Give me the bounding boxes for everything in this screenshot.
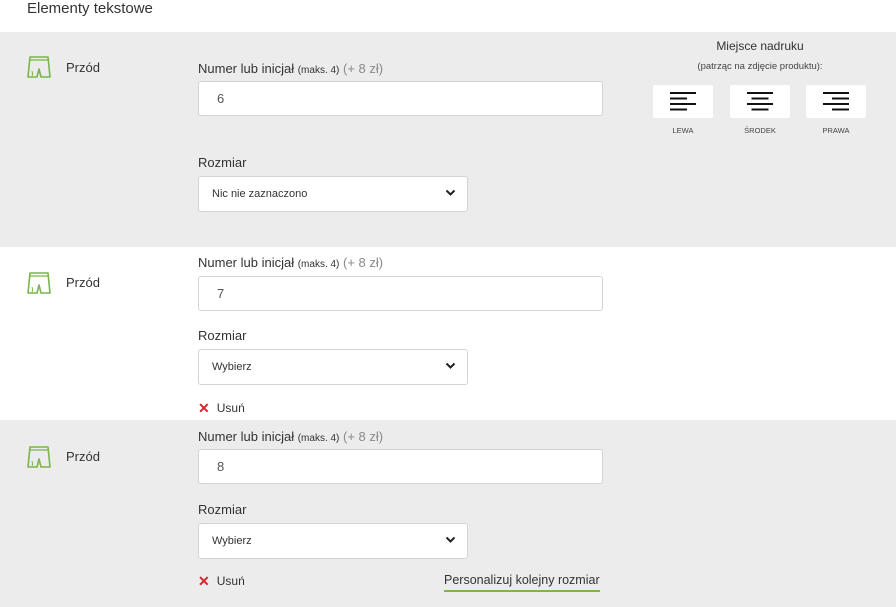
size-select[interactable]: Wybierz: [198, 349, 468, 385]
align-right-label: PRAWA: [822, 126, 850, 135]
field-label-price: (+ 8 zł): [343, 429, 384, 444]
align-center-button[interactable]: [730, 85, 790, 118]
chevron-down-icon: [445, 536, 456, 543]
number-input[interactable]: [198, 449, 603, 484]
field-label-main: Numer lub inicjał: [198, 61, 295, 76]
shorts-icon: [27, 446, 51, 468]
personalize-another-size-link[interactable]: Personalizuj kolejny rozmiar: [444, 573, 600, 592]
remove-label: Usuń: [216, 574, 245, 588]
field-label-price: (+ 8 zł): [343, 255, 384, 270]
print-place-subtitle: (patrząc na zdjęcie produktu):: [697, 61, 823, 72]
shorts-icon: [27, 272, 51, 294]
align-center-label: ŚRODEK: [744, 126, 776, 135]
number-field-label: Numer lub inicjał (maks. 4) (+ 8 zł): [198, 429, 383, 444]
size-select[interactable]: Nic nie zaznaczono: [198, 176, 468, 212]
chevron-down-icon: [445, 189, 456, 196]
size-select-value: Nic nie zaznaczono: [212, 188, 308, 200]
field-label-limit: (maks. 4): [297, 65, 340, 76]
field-label-price: (+ 8 zł): [343, 61, 384, 76]
remove-button[interactable]: ✕ Usuń: [198, 401, 245, 415]
field-label-main: Numer lub inicjał: [198, 255, 295, 270]
size-label: Rozmiar: [198, 502, 247, 517]
print-place-title: Miejsce nadruku: [716, 39, 804, 53]
size-label: Rozmiar: [198, 155, 247, 170]
number-input[interactable]: [198, 81, 603, 116]
number-field-label: Numer lub inicjał (maks. 4) (+ 8 zł): [198, 255, 383, 270]
align-center-icon: [747, 92, 773, 111]
chevron-down-icon: [445, 362, 456, 369]
remove-label: Usuń: [216, 401, 245, 415]
field-label-limit: (maks. 4): [297, 259, 340, 270]
remove-button[interactable]: ✕ Usuń: [198, 574, 245, 588]
size-select[interactable]: Wybierz: [198, 523, 468, 559]
section-title: Elementy tekstowe: [27, 0, 153, 17]
align-left-icon: [670, 92, 696, 111]
align-right-button[interactable]: [806, 85, 866, 118]
number-field-label: Numer lub inicjał (maks. 4) (+ 8 zł): [198, 61, 383, 76]
side-label: Przód: [66, 275, 100, 290]
align-right-icon: [823, 92, 849, 111]
close-icon: ✕: [198, 573, 210, 589]
close-icon: ✕: [198, 400, 210, 416]
size-select-value: Wybierz: [212, 535, 252, 547]
field-label-limit: (maks. 4): [297, 433, 340, 444]
size-select-value: Wybierz: [212, 361, 252, 373]
size-label: Rozmiar: [198, 328, 247, 343]
number-input[interactable]: [198, 276, 603, 311]
side-label: Przód: [66, 60, 100, 75]
field-label-main: Numer lub inicjał: [198, 429, 295, 444]
align-left-label: LEWA: [672, 126, 694, 135]
align-left-button[interactable]: [653, 85, 713, 118]
shorts-icon: [27, 56, 51, 78]
side-label: Przód: [66, 449, 100, 464]
